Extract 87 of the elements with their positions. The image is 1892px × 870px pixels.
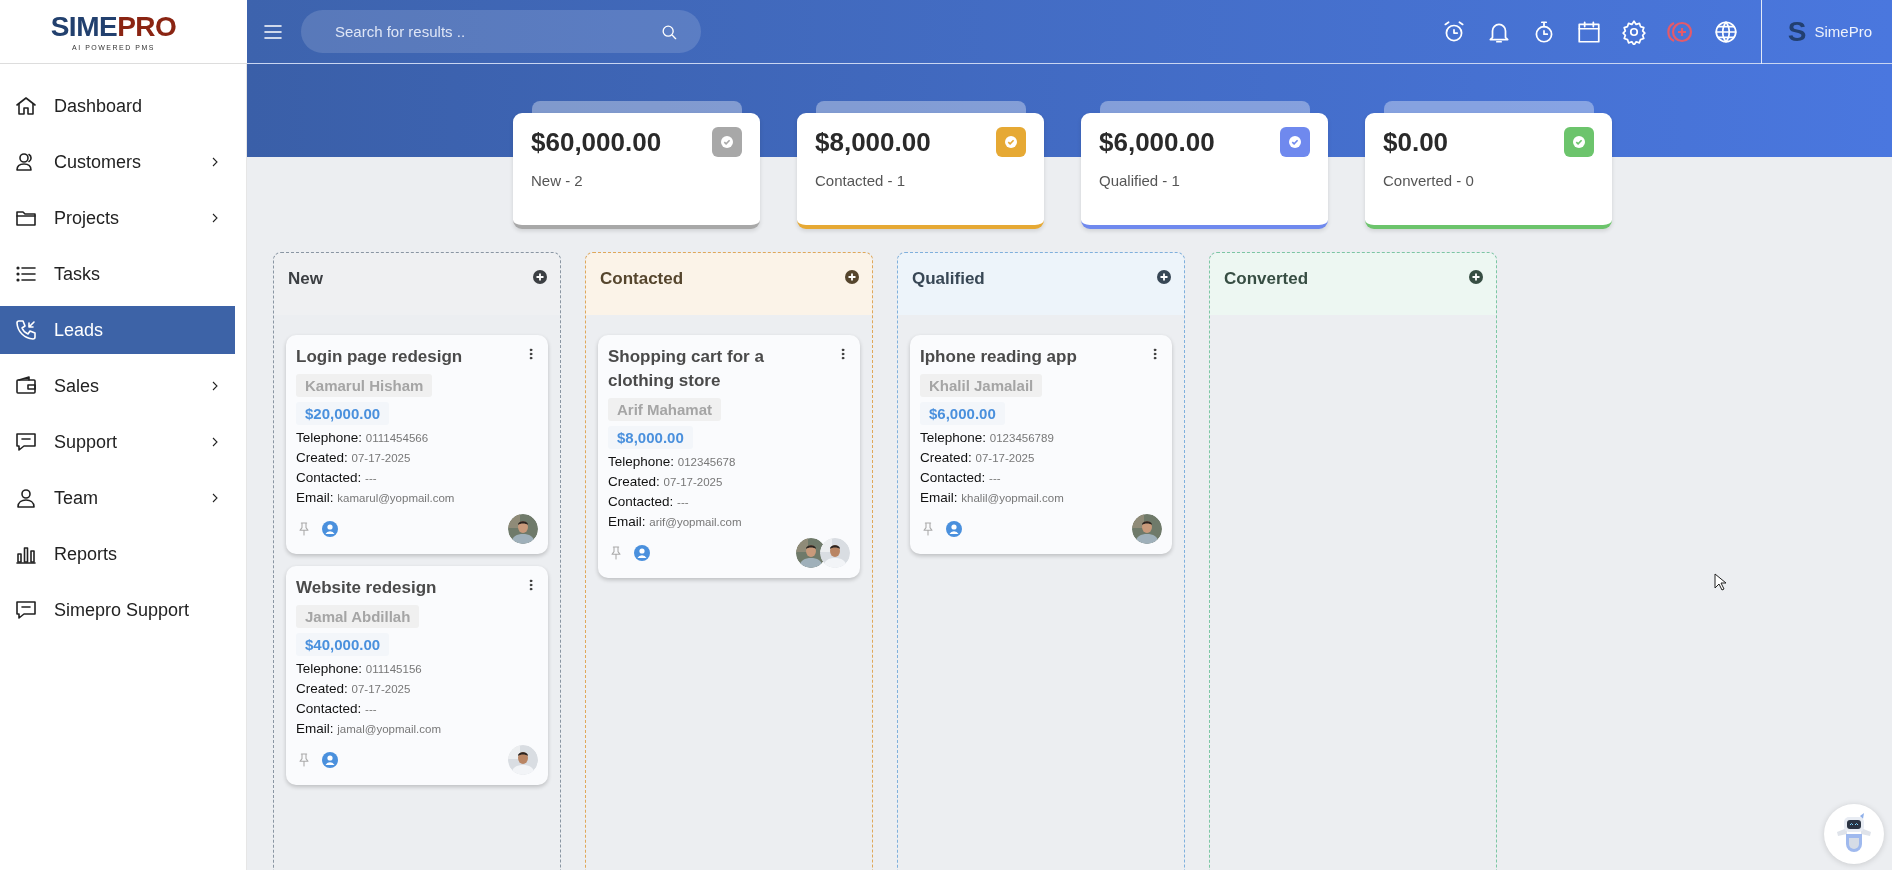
user-circle-icon	[634, 544, 650, 561]
lead-field: Telephone: 012345678	[608, 453, 736, 469]
summary-label: Qualified - 1	[1099, 172, 1181, 189]
column-title: Qualified	[912, 269, 985, 290]
lead-field: Created: 07-17-2025	[920, 449, 1035, 465]
pin-icon	[296, 520, 312, 537]
chat-icon	[14, 430, 38, 454]
sidebar-item[interactable]: Sales	[0, 362, 235, 410]
summary-label: New - 2	[531, 172, 584, 189]
home-icon	[14, 94, 38, 118]
lead-field: Telephone: 0123456789	[920, 429, 1054, 445]
pin-icon	[296, 751, 312, 768]
pin-icon	[608, 544, 624, 561]
lead-field: Telephone: 011145156	[296, 660, 422, 676]
sidebar-item[interactable]: Dashboard	[0, 82, 235, 130]
pin-icon	[920, 520, 936, 537]
lead-title: Website redesign	[296, 576, 437, 599]
logo-text: SIME	[50, 12, 118, 41]
language-button[interactable]	[1712, 18, 1739, 45]
contact-name: Kamarul Hisham	[296, 373, 433, 397]
lead-field: Email: khalil@yopmail.com	[920, 489, 1064, 505]
lead-card[interactable]: Login page redesign Kamarul Hisham $20,000.00 Telephone: 0111454566 Created: 07-17-2025 Contacted: --- Email: kamarul@yopmail.com	[286, 335, 548, 554]
contact-name: Khalil Jamalail	[920, 373, 1043, 397]
settings-button[interactable]	[1620, 18, 1647, 45]
person-icon	[14, 486, 38, 510]
chat-icon	[14, 598, 38, 622]
contact-name: Jamal Abdillah	[296, 604, 420, 628]
lead-field: Email: arif@yopmail.com	[608, 513, 742, 529]
lead-field: Contacted: ---	[920, 469, 1001, 485]
add-icon[interactable]	[844, 269, 860, 285]
user-initial: S	[1787, 15, 1807, 48]
sidebar-item[interactable]: Tasks	[0, 250, 235, 298]
check-badge-icon	[996, 127, 1026, 157]
user-circle-icon	[946, 520, 962, 537]
check-badge-icon	[1280, 127, 1310, 157]
contact-name: Arif Mahamat	[608, 397, 722, 421]
summary-amount: $60,000.00	[531, 127, 663, 158]
calendar-icon	[1575, 18, 1602, 45]
globe-icon	[1712, 18, 1739, 45]
settings-icon	[1620, 18, 1647, 45]
user-circle-icon	[322, 520, 338, 537]
cursor-icon	[1714, 573, 1726, 591]
lead-field: Created: 07-17-2025	[296, 449, 411, 465]
check-badge-icon	[1564, 127, 1594, 157]
lead-amount: $8,000.00	[608, 425, 693, 449]
logo-text: PRO	[117, 12, 177, 41]
lead-field: Created: 07-17-2025	[608, 473, 723, 489]
sidebar-item[interactable]: Projects	[0, 194, 235, 242]
sidebar-item[interactable]: Support	[0, 418, 235, 466]
lead-title: Login page redesign	[296, 346, 463, 368]
sidebar-item[interactable]: Team	[0, 474, 235, 522]
sidebar-item[interactable]: Simepro Support	[0, 586, 235, 634]
lead-card[interactable]: Shopping cart for a clothing store Arif Mahamat $8,000.00 Telephone: 012345678 Created: 07-17-2025 Contacted: --- Email: arif@yopmail.com	[598, 335, 860, 578]
lead-amount: $20,000.00	[296, 401, 390, 425]
lead-amount: $40,000.00	[296, 632, 390, 656]
lead-title: Iphone reading app	[920, 346, 1077, 368]
add-icon[interactable]	[1468, 269, 1484, 285]
lead-field: Contacted: ---	[608, 493, 689, 509]
sidebar-item[interactable]: Customers	[0, 138, 235, 186]
add-icon[interactable]	[1156, 269, 1172, 285]
sidebar-item[interactable]: Reports	[0, 530, 235, 578]
lead-field: Telephone: 0111454566	[296, 429, 429, 445]
sidebar-item[interactable]: Leads	[0, 306, 235, 354]
lead-field: Email: kamarul@yopmail.com	[296, 489, 455, 505]
summary-label: Contacted - 1	[815, 172, 907, 189]
summary-amount: $6,000.00	[1099, 127, 1216, 158]
column-title: Converted	[1224, 269, 1309, 290]
lead-amount: $6,000.00	[920, 401, 1005, 425]
lead-field: Contacted: ---	[296, 469, 377, 485]
lead-title: Shopping cart for a clothing store	[608, 346, 765, 392]
column-title: Contacted	[600, 269, 684, 290]
summary-label: Converted - 0	[1383, 172, 1475, 189]
phone-icon	[14, 318, 38, 342]
lead-card[interactable]: Iphone reading app Khalil Jamalail $6,000.00 Telephone: 0123456789 Created: 07-17-2025 Contacted: --- Email: khalil@yopmail.com	[910, 335, 1172, 554]
user-circle-icon	[322, 751, 338, 768]
lead-card[interactable]: Website redesign Jamal Abdillah $40,000.00 Telephone: 011145156 Created: 07-17-2025 Contacted: --- Email: jamal@yopmail.com	[286, 565, 548, 785]
calendar-button[interactable]	[1575, 18, 1602, 45]
user-name: SimePro	[1814, 23, 1872, 40]
lead-field: Contacted: ---	[296, 700, 377, 716]
add-icon[interactable]	[532, 269, 548, 285]
column-title: New	[288, 269, 323, 290]
summary-amount: $0.00	[1383, 127, 1450, 158]
lead-field: Email: jamal@yopmail.com	[296, 720, 441, 736]
check-badge-icon	[712, 127, 742, 157]
summary-amount: $8,000.00	[815, 127, 932, 158]
user-menu[interactable]: S SimePro	[1760, 0, 1892, 64]
lead-field: Created: 07-17-2025	[296, 680, 411, 696]
